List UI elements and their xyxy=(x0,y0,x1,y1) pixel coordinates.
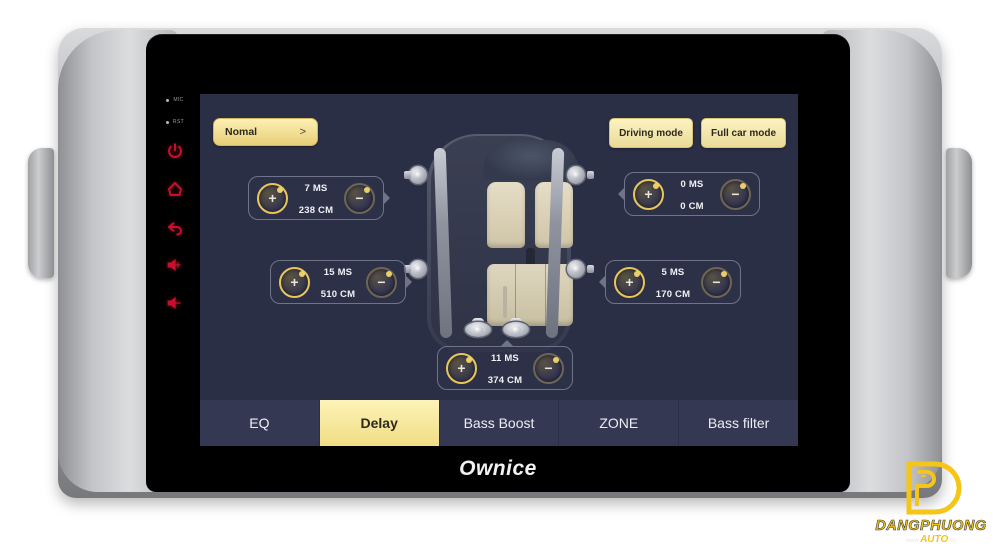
delay-control-front-right[interactable]: + 0 MS 0 CM − xyxy=(618,172,760,216)
chevron-right-icon: > xyxy=(299,126,306,138)
tab-eq[interactable]: EQ xyxy=(200,400,320,446)
subwoofer-right[interactable] xyxy=(503,318,529,338)
subwoofer-left[interactable] xyxy=(465,318,491,338)
tab-bass-boost[interactable]: Bass Boost xyxy=(440,400,560,446)
brand-logo-text: Ownice xyxy=(459,457,537,480)
tab-bass-filter[interactable]: Bass filter xyxy=(679,400,798,446)
volume-up-icon[interactable] xyxy=(164,254,186,276)
speaker-front-left[interactable] xyxy=(404,164,431,186)
watermark-suffix: .vn xyxy=(948,538,957,544)
delay-values: 7 MS 238 CM xyxy=(299,176,333,219)
sound-preset-label: Nomal xyxy=(225,126,258,138)
rst-dot-icon xyxy=(165,120,169,124)
decrease-button[interactable]: − xyxy=(366,266,397,298)
delay-ms: 5 MS xyxy=(661,267,685,279)
lcd-screen: Nomal > Driving mode Full car mode + 7 M… xyxy=(200,94,798,446)
back-icon[interactable] xyxy=(164,216,186,238)
rst-label-row[interactable]: RST xyxy=(165,118,185,126)
pointer-tail xyxy=(383,191,390,205)
home-icon[interactable] xyxy=(164,178,186,200)
delay-control-rear-left[interactable]: + 15 MS 510 CM − xyxy=(270,260,412,304)
rst-label: RST xyxy=(172,119,185,125)
speaker-front-right[interactable] xyxy=(567,164,594,186)
tab-zone[interactable]: ZONE xyxy=(559,400,680,446)
volume-down-icon[interactable] xyxy=(164,292,186,314)
power-icon[interactable] xyxy=(164,140,186,162)
watermark-auto: AUTO xyxy=(920,534,949,545)
delay-cm: 238 CM xyxy=(298,205,334,216)
delay-values: 11 MS 374 CM xyxy=(488,346,522,389)
increase-button[interactable]: + xyxy=(279,266,310,298)
watermark-monogram-icon xyxy=(894,457,968,519)
pointer-tail xyxy=(500,340,514,347)
mic-label-row: MIC xyxy=(166,96,183,104)
gear-shifter xyxy=(503,286,507,318)
delay-ms: 11 MS xyxy=(491,353,519,365)
delay-ms: 15 MS xyxy=(323,267,353,279)
sound-preset-button[interactable]: Nomal > xyxy=(213,118,318,146)
pointer-tail xyxy=(599,275,606,289)
mic-label: MIC xyxy=(173,97,184,103)
seat-front-left xyxy=(487,182,525,248)
delay-ms: 7 MS xyxy=(304,183,328,195)
delay-ms: 0 MS xyxy=(680,179,704,191)
speaker-rear-left[interactable] xyxy=(404,258,431,280)
decrease-button[interactable]: − xyxy=(701,266,732,298)
delay-control-front-left[interactable]: + 7 MS 238 CM − xyxy=(248,176,390,220)
delay-cm: 374 CM xyxy=(487,375,523,386)
driving-mode-button[interactable]: Driving mode xyxy=(609,118,693,148)
decrease-button[interactable]: − xyxy=(720,178,751,210)
seat-rear-bench xyxy=(487,264,573,326)
decrease-button[interactable]: − xyxy=(344,182,375,214)
delay-cm: 0 CM xyxy=(680,201,704,212)
mounting-bracket-right xyxy=(946,148,972,278)
delay-control-subwoofer[interactable]: + 11 MS 374 CM − xyxy=(437,340,573,390)
watermark-subtitle: www.AUTO.vn xyxy=(906,534,957,546)
delay-values: 5 MS 170 CM xyxy=(656,260,690,303)
screenshot-root: MIC RST Nomal > Driving mode Full car mo… xyxy=(0,0,1000,550)
audio-settings-tabbar: EQ Delay Bass Boost ZONE Bass filter xyxy=(200,400,798,446)
speaker-rear-right[interactable] xyxy=(567,258,594,280)
bench-divider-left xyxy=(515,264,516,326)
car-dashboard xyxy=(483,140,579,180)
delay-cm: 510 CM xyxy=(320,289,356,300)
delay-cm: 170 CM xyxy=(655,289,691,300)
increase-button[interactable]: + xyxy=(446,352,477,384)
watermark-logo: DANGPHUONG www.AUTO.vn xyxy=(870,442,992,546)
delay-values: 0 MS 0 CM xyxy=(680,172,704,215)
increase-button[interactable]: + xyxy=(614,266,645,298)
delay-control-rear-right[interactable]: + 5 MS 170 CM − xyxy=(599,260,741,304)
hardkey-column: MIC RST xyxy=(152,96,198,386)
increase-button[interactable]: + xyxy=(633,178,664,210)
pointer-tail xyxy=(405,275,412,289)
decrease-button[interactable]: − xyxy=(533,352,564,384)
watermark-prefix: www. xyxy=(905,538,921,544)
mode-button-group: Driving mode Full car mode xyxy=(609,118,786,148)
watermark-title: DANGPHUONG xyxy=(875,517,987,534)
delay-values: 15 MS 510 CM xyxy=(321,260,355,303)
mic-dot-icon xyxy=(166,98,170,102)
mounting-bracket-left xyxy=(28,148,54,278)
increase-button[interactable]: + xyxy=(257,182,288,214)
full-car-mode-button[interactable]: Full car mode xyxy=(700,118,786,148)
tab-delay[interactable]: Delay xyxy=(319,400,440,446)
pointer-tail xyxy=(618,187,625,201)
